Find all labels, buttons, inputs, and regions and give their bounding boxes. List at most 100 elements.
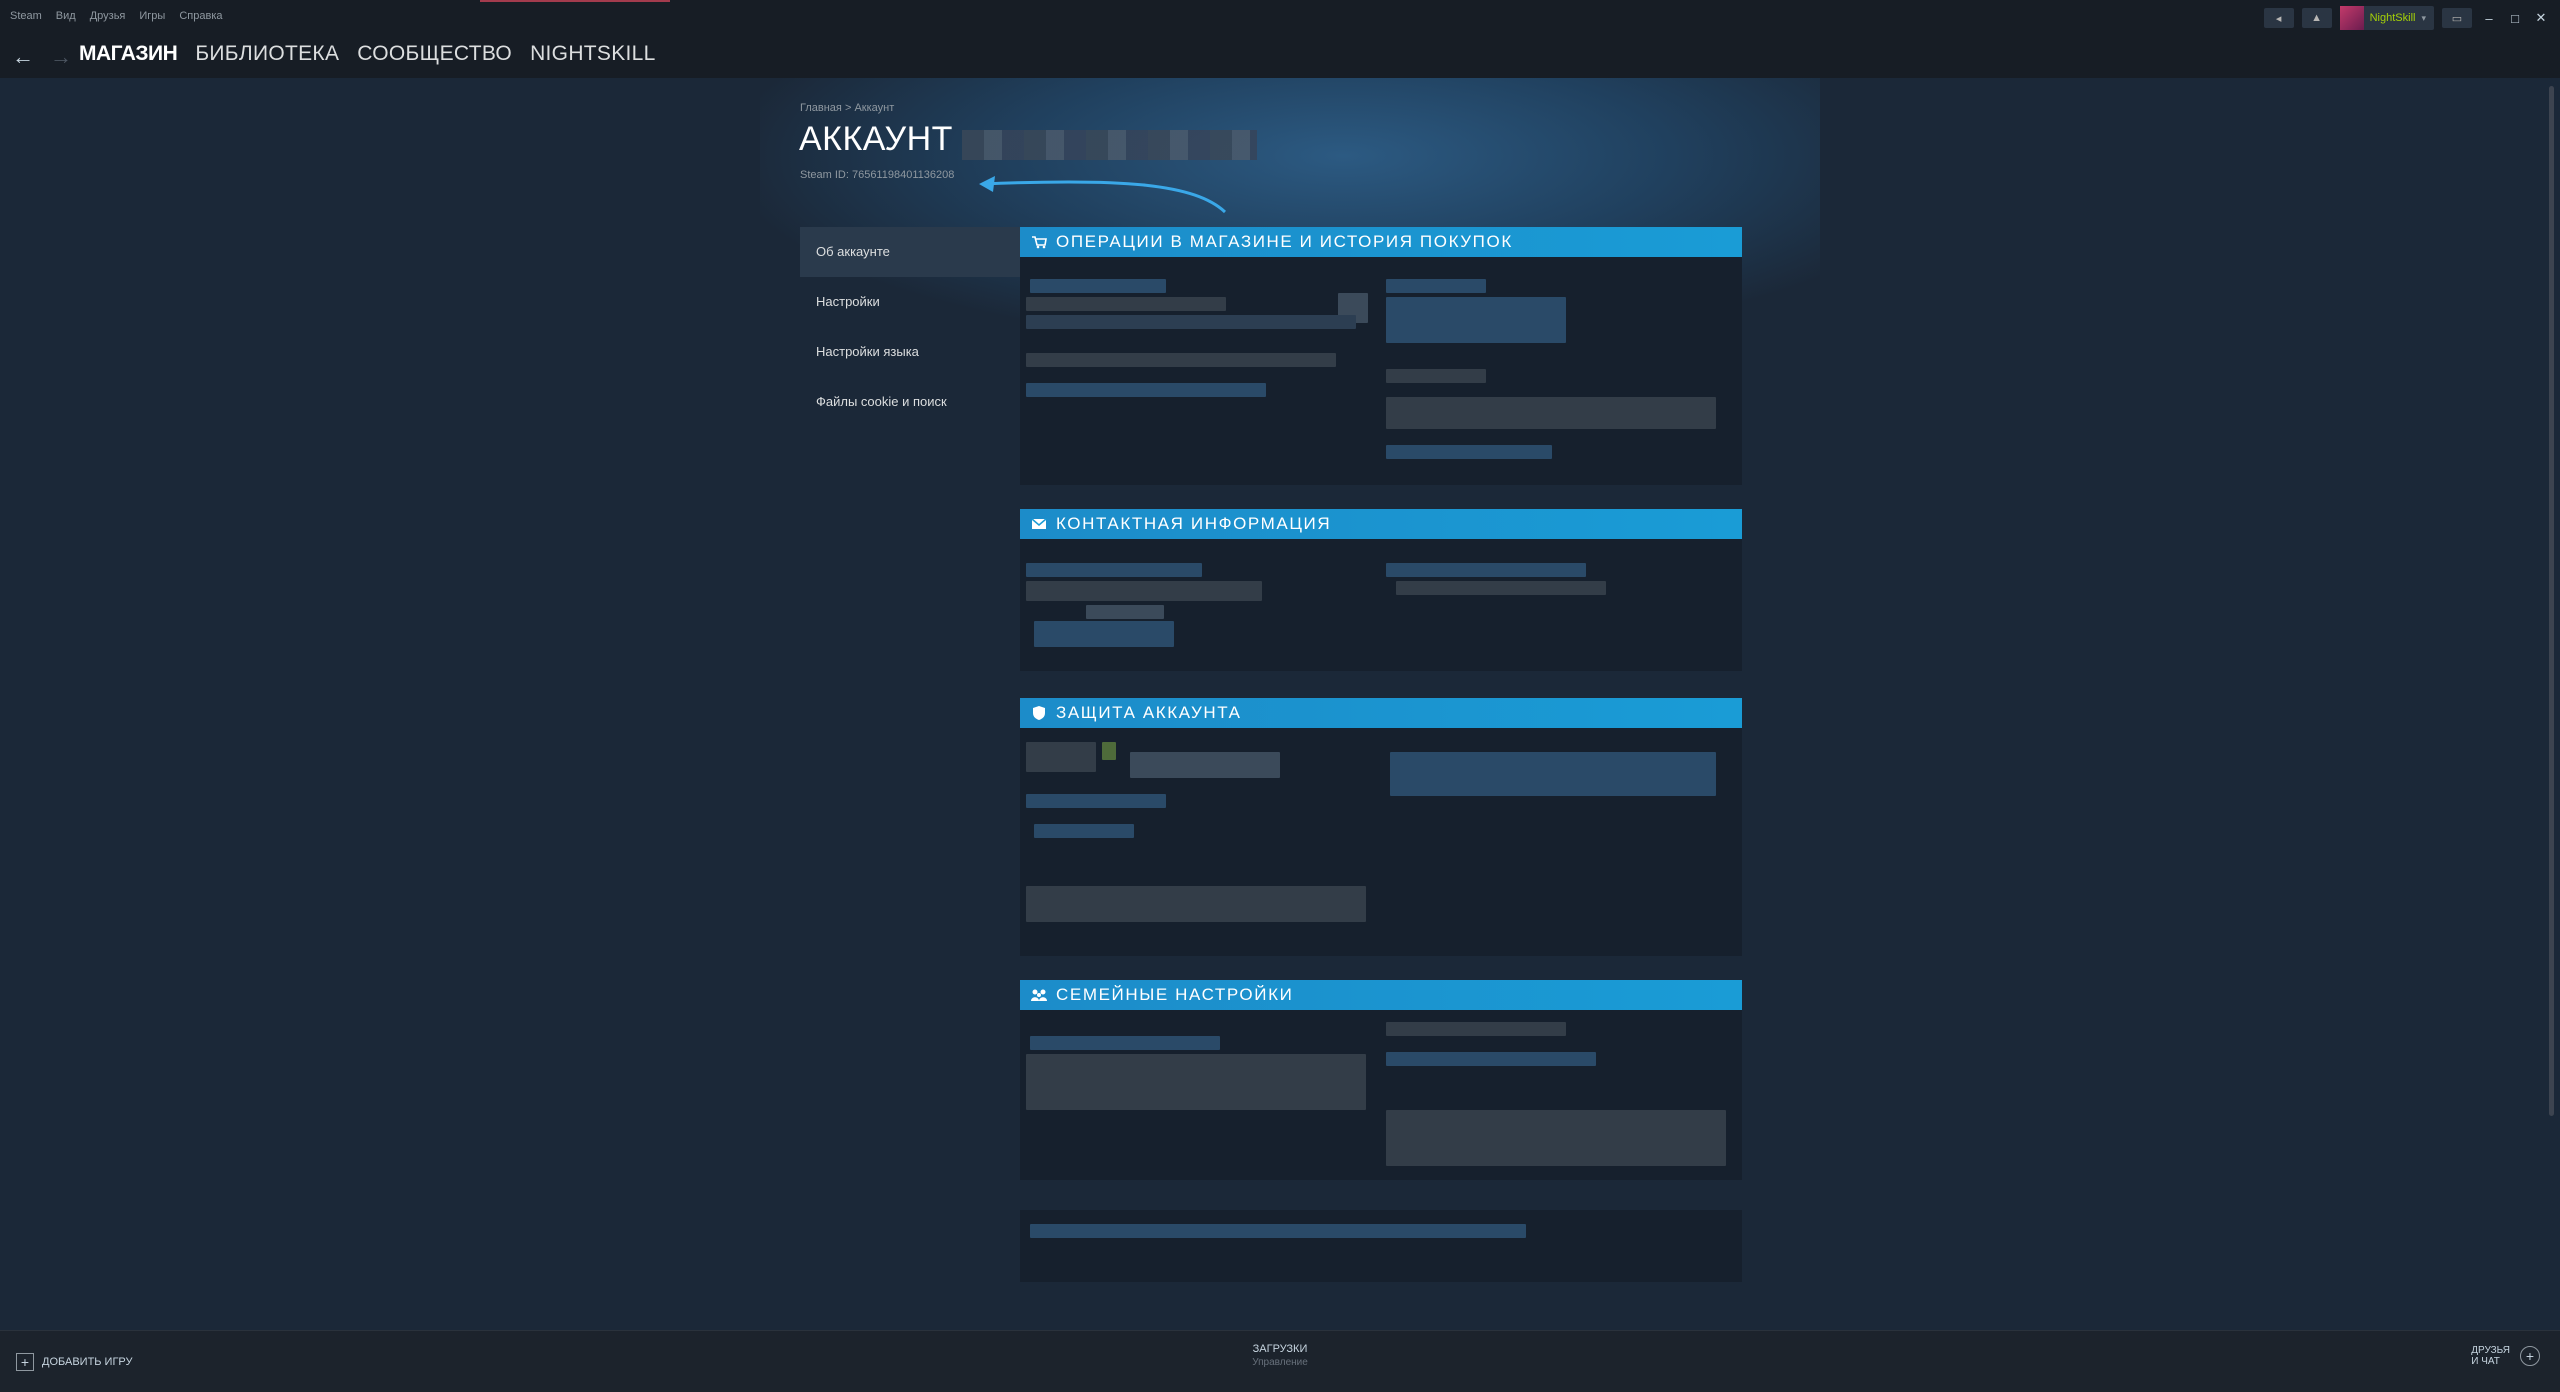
store-history-header: ОПЕРАЦИИ В МАГАЗИНЕ И ИСТОРИЯ ПОКУПОК xyxy=(1020,227,1742,257)
redacted-text xyxy=(1386,279,1486,293)
sidebar-item-settings[interactable]: Настройки xyxy=(800,277,1020,327)
menu-steam[interactable]: Steam xyxy=(10,10,42,22)
nav-library[interactable]: БИБЛИОТЕКА xyxy=(195,42,339,66)
titlebar-controls: ◂ ▲ NightSkill ▾ ▭ – □ ✕ xyxy=(2263,6,2550,30)
redacted-text xyxy=(1386,369,1486,383)
nav-profile[interactable]: NIGHTSKILL xyxy=(530,42,656,66)
notifications-button[interactable]: ▲ xyxy=(2301,8,2332,28)
breadcrumb: Главная > Аккаунт xyxy=(800,102,894,114)
menu-games[interactable]: Игры xyxy=(139,10,165,22)
nav-store[interactable]: МАГАЗИН xyxy=(79,42,178,66)
account-page: Главная > Аккаунт АККАУНТ Steam ID: 7656… xyxy=(0,78,2560,1330)
breadcrumb-current[interactable]: Аккаунт xyxy=(854,102,894,114)
redacted-text xyxy=(1386,445,1552,459)
bell-icon: ▲ xyxy=(2311,12,2323,24)
bottom-bar: + ДОБАВИТЬ ИГРУ ЗАГРУЗКИ Управление ДРУЗ… xyxy=(0,1330,2560,1392)
redacted-text xyxy=(1026,353,1336,367)
chevron-down-icon: ▾ xyxy=(2421,12,2426,23)
close-button[interactable]: ✕ xyxy=(2532,10,2550,26)
back-icon[interactable]: ← xyxy=(12,44,34,70)
avatar xyxy=(2339,6,2364,30)
downloads-label: ЗАГРУЗКИ xyxy=(1252,1343,1308,1355)
maximize-button[interactable]: □ xyxy=(2506,11,2524,26)
downloads-sublabel: Управление xyxy=(1252,1357,1308,1368)
menubar: Steam Вид Друзья Игры Справка ◂ ▲ NightS… xyxy=(0,0,2560,36)
account-menu-button[interactable]: NightSkill ▾ xyxy=(2339,6,2434,30)
menu-view[interactable]: Вид xyxy=(56,10,76,22)
redacted-text xyxy=(1034,824,1134,838)
contact-info-header: КОНТАКТНАЯ ИНФОРМАЦИЯ xyxy=(1020,509,1742,539)
menu-help[interactable]: Справка xyxy=(179,10,222,22)
plus-icon: + xyxy=(16,1353,34,1371)
family-settings-title: СЕМЕЙНЫЕ НАСТРОЙКИ xyxy=(1056,985,1294,1004)
contact-info-panel: КОНТАКТНАЯ ИНФОРМАЦИЯ xyxy=(1020,509,1742,671)
redacted-text xyxy=(1086,605,1164,619)
redacted-text xyxy=(1386,1052,1596,1066)
mail-icon xyxy=(1030,516,1048,532)
store-history-title: ОПЕРАЦИИ В МАГАЗИНЕ И ИСТОРИЯ ПОКУПОК xyxy=(1056,232,1513,251)
steam-client-window: Steam Вид Друзья Игры Справка ◂ ▲ NightS… xyxy=(0,0,2560,1392)
account-security-header: ЗАЩИТА АККАУНТА xyxy=(1020,698,1742,728)
big-picture-icon: ▭ xyxy=(2451,12,2463,25)
shield-icon xyxy=(1030,705,1048,721)
sidebar-item-language[interactable]: Настройки языка xyxy=(800,327,1020,377)
plus-icon: + xyxy=(2520,1346,2540,1366)
menu-friends[interactable]: Друзья xyxy=(90,10,126,22)
scrollbar[interactable] xyxy=(2549,86,2554,1116)
store-history-panel: ОПЕРАЦИИ В МАГАЗИНЕ И ИСТОРИЯ ПОКУПОК xyxy=(1020,227,1742,485)
forward-icon[interactable]: → xyxy=(50,44,72,70)
steam-id-label: Steam ID: 76561198401136208 xyxy=(800,169,955,181)
cart-icon xyxy=(1030,234,1048,250)
redacted-text xyxy=(1390,752,1716,796)
titlebar-accent-line xyxy=(480,0,670,2)
redacted-text xyxy=(1386,1022,1566,1036)
friends-chat-label: ДРУЗЬЯ И ЧАТ xyxy=(2471,1345,2510,1367)
add-game-label: ДОБАВИТЬ ИГРУ xyxy=(42,1356,133,1368)
redacted-text xyxy=(1396,581,1606,595)
annotation-arrow xyxy=(979,176,1227,214)
redacted-text xyxy=(1030,279,1166,293)
family-settings-header: СЕМЕЙНЫЕ НАСТРОЙКИ xyxy=(1020,980,1742,1010)
redacted-text xyxy=(1130,752,1280,778)
friends-label-line2: И ЧАТ xyxy=(2471,1356,2500,1367)
redacted-text xyxy=(1030,1224,1526,1238)
nav-community[interactable]: СООБЩЕСТВО xyxy=(357,42,512,66)
menu-list: Steam Вид Друзья Игры Справка xyxy=(10,10,223,22)
extra-info-panel xyxy=(1020,1210,1742,1282)
family-icon xyxy=(1030,987,1048,1003)
friends-chat-button[interactable]: ДРУЗЬЯ И ЧАТ + xyxy=(2471,1345,2540,1367)
redacted-text xyxy=(1026,1054,1366,1110)
contact-info-title: КОНТАКТНАЯ ИНФОРМАЦИЯ xyxy=(1056,514,1332,533)
redacted-text xyxy=(1026,563,1202,577)
friends-label-line1: ДРУЗЬЯ xyxy=(2471,1345,2510,1356)
sidebar-item-about-account[interactable]: Об аккаунте xyxy=(800,227,1020,277)
minimize-button[interactable]: – xyxy=(2480,11,2498,26)
redacted-text xyxy=(1026,315,1356,329)
redacted-text xyxy=(1026,742,1096,772)
redacted-text xyxy=(1386,563,1586,577)
redacted-text xyxy=(1026,383,1266,397)
account-security-title: ЗАЩИТА АККАУНТА xyxy=(1056,703,1242,722)
big-picture-button[interactable]: ▭ xyxy=(2442,8,2472,28)
redacted-text xyxy=(1386,297,1566,343)
username-label: NightSkill xyxy=(2369,12,2416,24)
broadcast-button[interactable]: ◂ xyxy=(2263,8,2294,28)
downloads-button[interactable]: ЗАГРУЗКИ Управление xyxy=(1200,1343,1360,1368)
redacted-text xyxy=(1386,397,1716,429)
add-game-button[interactable]: + ДОБАВИТЬ ИГРУ xyxy=(16,1353,133,1371)
history-arrows: ← → xyxy=(12,44,72,70)
redacted-text xyxy=(1026,886,1366,922)
redacted-text xyxy=(1026,581,1262,601)
megaphone-icon: ◂ xyxy=(2275,12,2282,25)
breadcrumb-separator: > xyxy=(844,102,852,114)
main-navigation: ← → МАГАЗИН БИБЛИОТЕКА СООБЩЕСТВО NIGHTS… xyxy=(0,36,2560,78)
sidebar-item-cookies[interactable]: Файлы cookie и поиск xyxy=(800,377,1020,427)
breadcrumb-home[interactable]: Главная xyxy=(800,102,842,114)
redacted-text xyxy=(1386,1110,1726,1166)
redacted-text xyxy=(1034,621,1174,647)
page-title: АККАУНТ xyxy=(799,120,953,158)
family-settings-panel: СЕМЕЙНЫЕ НАСТРОЙКИ xyxy=(1020,980,1742,1180)
nav-links: МАГАЗИН БИБЛИОТЕКА СООБЩЕСТВО NIGHTSKILL xyxy=(79,42,656,66)
account-sidebar: Об аккаунте Настройки Настройки языка Фа… xyxy=(800,227,1020,427)
account-security-panel: ЗАЩИТА АККАУНТА xyxy=(1020,698,1742,956)
